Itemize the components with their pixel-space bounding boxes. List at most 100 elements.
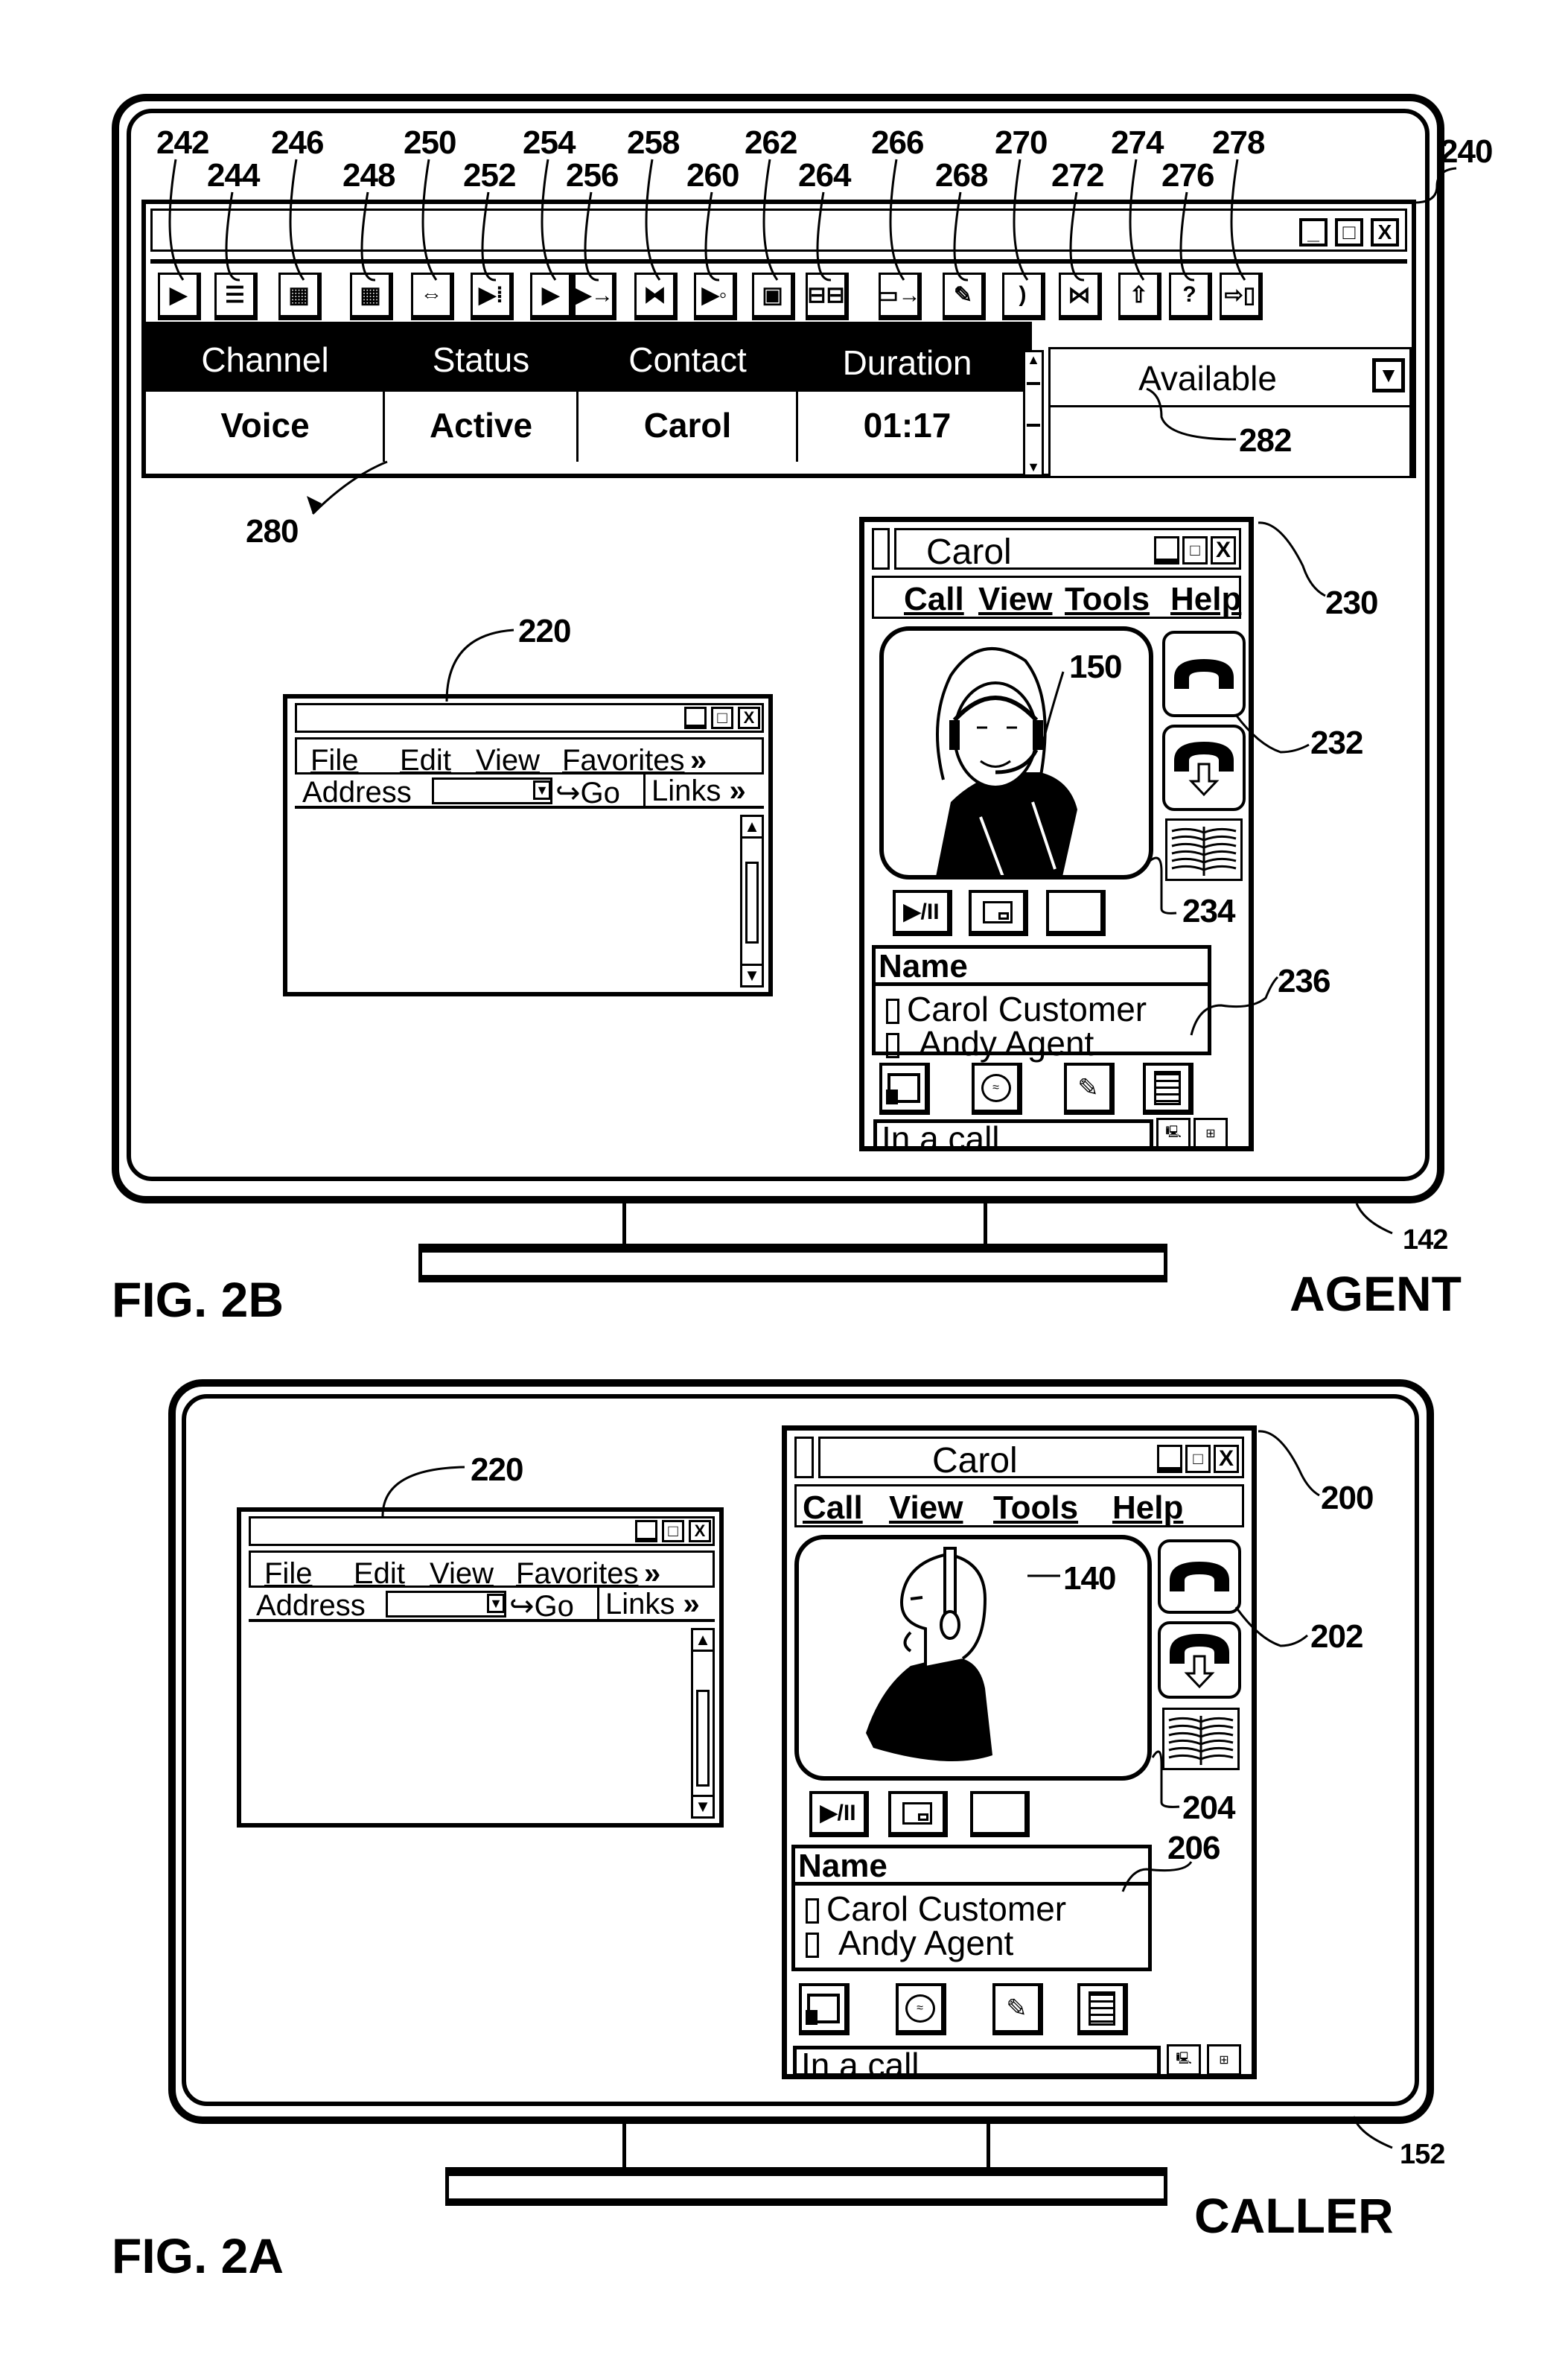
toolbar-button-266[interactable]: ▭→ <box>877 273 922 320</box>
menu-tools[interactable]: Tools <box>1065 581 1150 618</box>
toolbar-button-270[interactable]: ) <box>1002 273 1045 320</box>
menu-view[interactable]: View <box>476 744 540 777</box>
toolbar-button-274[interactable]: ⇧ <box>1118 273 1161 320</box>
scroll-thumb[interactable] <box>745 862 759 944</box>
status-dropdown[interactable]: Available ▼ <box>1051 349 1409 407</box>
hang-up-button[interactable] <box>1162 725 1246 811</box>
maximize-icon[interactable]: □ <box>1182 536 1208 564</box>
share-window-button[interactable] <box>799 1983 850 2035</box>
scroll-down-icon[interactable]: ▼ <box>693 1795 713 1816</box>
toolbar-button-268[interactable]: ✎ <box>943 273 986 320</box>
links-button[interactable]: Links » <box>597 1588 700 1621</box>
play-pause-button[interactable]: ▶/II <box>893 890 952 936</box>
minimize-icon[interactable] <box>1157 1445 1182 1473</box>
browser-scrollbar[interactable]: ▲ ▼ <box>740 815 764 987</box>
maximize-icon[interactable]: □ <box>1185 1445 1211 1473</box>
answer-call-button[interactable] <box>1158 1539 1241 1614</box>
menu-tools[interactable]: Tools <box>993 1489 1078 1527</box>
list-item[interactable]: Carol Customer <box>886 992 1147 1026</box>
column-header-channel[interactable]: Channel <box>146 340 384 380</box>
menu-favorites[interactable]: Favorites <box>562 744 685 777</box>
browser-scrollbar[interactable]: ▲ ▼ <box>691 1628 715 1819</box>
chevron-down-icon[interactable]: ▼ <box>533 780 551 800</box>
play-pause-button[interactable]: ▶/II <box>809 1791 869 1837</box>
toolbar-button-264[interactable]: ⊟⊟ <box>806 273 849 320</box>
scroll-down-icon[interactable]: ▼ <box>1025 459 1042 474</box>
picture-in-picture-button[interactable] <box>888 1791 948 1837</box>
minimize-button[interactable]: _ <box>1299 218 1328 247</box>
table-row[interactable]: Voice Active Carol 01:17 <box>146 392 1032 462</box>
chat-button[interactable]: ≈ <box>972 1063 1022 1115</box>
toolbar-button-260[interactable]: ▶◦ <box>694 273 737 320</box>
minimize-icon[interactable] <box>635 1520 657 1542</box>
checkbox[interactable] <box>886 999 899 1024</box>
go-button[interactable]: ↪Go <box>555 776 620 810</box>
scroll-up-icon[interactable]: ▲ <box>693 1630 713 1652</box>
toolbar-button-278[interactable]: ⇨▯ <box>1220 273 1263 320</box>
menu-view[interactable]: View <box>889 1489 963 1527</box>
blank-video-button[interactable] <box>970 1791 1030 1837</box>
close-button[interactable]: X <box>1371 218 1399 247</box>
list-item[interactable]: Carol Customer <box>806 1892 1066 1926</box>
menu-more-chevron-icon[interactable]: » <box>644 1557 660 1591</box>
hang-up-button[interactable] <box>1158 1621 1241 1699</box>
toolbar-button-242[interactable]: ▶ <box>158 273 201 320</box>
toolbar-button-244[interactable]: ☰ <box>214 273 258 320</box>
maximize-button[interactable]: □ <box>1335 218 1363 247</box>
chevron-down-icon[interactable]: ▼ <box>487 1594 505 1613</box>
menu-file[interactable]: File <box>310 744 358 777</box>
close-icon[interactable]: X <box>1214 1445 1239 1473</box>
scroll-thumb[interactable] <box>1027 382 1040 427</box>
whiteboard-button[interactable]: ✎ <box>992 1983 1043 2035</box>
window-menu-icon[interactable] <box>872 528 890 570</box>
chat-button[interactable]: ≈ <box>896 1983 946 2035</box>
list-item[interactable]: Andy Agent <box>806 1926 1013 1960</box>
menu-call[interactable]: Call <box>803 1489 863 1527</box>
menu-more-chevron-icon[interactable]: » <box>690 744 707 777</box>
links-button[interactable]: Links » <box>643 775 746 808</box>
document-button[interactable] <box>1143 1063 1193 1115</box>
toolbar-button-276[interactable]: ? <box>1169 273 1212 320</box>
menu-file[interactable]: File <box>264 1557 312 1591</box>
minimize-icon[interactable] <box>684 707 707 729</box>
toolbar-button-272[interactable]: ⋈ <box>1059 273 1102 320</box>
whiteboard-button[interactable]: ✎ <box>1064 1063 1115 1115</box>
minimize-icon[interactable] <box>1154 536 1179 564</box>
menu-view[interactable]: View <box>978 581 1052 618</box>
share-window-button[interactable] <box>879 1063 930 1115</box>
scroll-down-icon[interactable]: ▼ <box>742 964 762 985</box>
maximize-icon[interactable]: □ <box>711 707 733 729</box>
menu-edit[interactable]: Edit <box>400 744 451 777</box>
toolbar-button-252[interactable]: ▶⁞ <box>471 273 514 320</box>
toolbar-button-246[interactable]: ▦ <box>278 273 322 320</box>
menu-favorites[interactable]: Favorites <box>516 1557 639 1591</box>
answer-call-button[interactable] <box>1162 631 1246 717</box>
toolbar-button-262[interactable]: ▣ <box>752 273 795 320</box>
close-icon[interactable]: X <box>689 1520 711 1542</box>
go-button[interactable]: ↪Go <box>509 1589 574 1623</box>
column-header-contact[interactable]: Contact <box>578 340 797 380</box>
toolbar-button-250[interactable]: ⇔ <box>411 273 454 320</box>
window-menu-icon[interactable] <box>794 1437 814 1478</box>
column-header-status[interactable]: Status <box>384 340 578 380</box>
menu-call[interactable]: Call <box>904 581 964 618</box>
toolbar-button-258[interactable]: ⧓ <box>634 273 678 320</box>
grid-scrollbar[interactable]: ▲ ▼ <box>1023 350 1044 477</box>
toolbar-button-256[interactable]: ▶→ <box>573 273 616 320</box>
scroll-up-icon[interactable]: ▲ <box>1025 352 1042 367</box>
scroll-up-icon[interactable]: ▲ <box>742 817 762 839</box>
list-item[interactable]: Andy Agent <box>886 1026 1094 1060</box>
directory-book-button[interactable] <box>1165 818 1243 881</box>
maximize-icon[interactable]: □ <box>662 1520 684 1542</box>
checkbox[interactable] <box>806 1933 819 1958</box>
picture-in-picture-button[interactable] <box>969 890 1028 936</box>
close-icon[interactable]: X <box>1211 536 1236 564</box>
menu-help[interactable]: Help <box>1112 1489 1183 1527</box>
directory-book-button[interactable] <box>1162 1708 1240 1770</box>
menu-view[interactable]: View <box>430 1557 494 1591</box>
document-button[interactable] <box>1077 1983 1128 2035</box>
scroll-thumb[interactable] <box>696 1690 710 1787</box>
checkbox[interactable] <box>886 1033 899 1058</box>
close-icon[interactable]: X <box>738 707 760 729</box>
menu-help[interactable]: Help <box>1170 581 1241 618</box>
